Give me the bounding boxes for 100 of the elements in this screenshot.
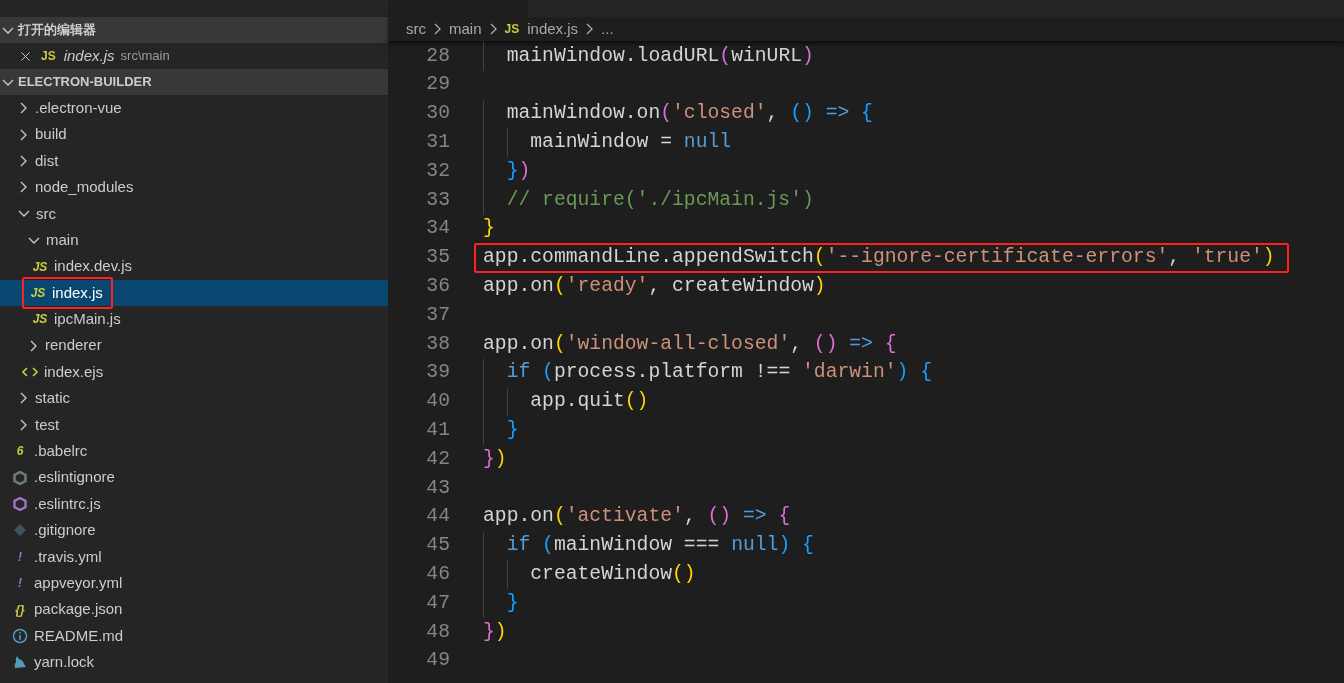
line-number: 42 [425, 446, 450, 472]
file-item[interactable]: 6 .babelrc [0, 438, 388, 465]
line-number: 47 [425, 590, 450, 616]
open-editor-item[interactable]: JS index.js src\main [0, 43, 388, 69]
code-line: }) [483, 446, 507, 472]
chevron-right-icon [20, 392, 27, 405]
code-icon [22, 366, 38, 379]
code-line: app.on('ready', createWindow) [483, 274, 826, 299]
code-line: mainWindow.on('closed', () => { [483, 99, 873, 129]
file-name: yarn.lock [34, 652, 95, 673]
file-item[interactable]: {} package.json [0, 596, 388, 623]
code-line: app.on('window-all-closed', () => { [483, 331, 897, 357]
chevron-down-icon [2, 78, 14, 86]
file-name: index.js [63, 45, 115, 66]
section-header[interactable]: ELECTRON-BUILDER [0, 69, 388, 95]
chevron-right-icon [489, 23, 497, 35]
file-item[interactable]: .eslintignore [0, 464, 388, 491]
chevron-right-icon [20, 154, 27, 167]
folder-item[interactable]: dist [0, 147, 388, 175]
file-item[interactable]: .eslintrc.js [0, 490, 388, 518]
line-number: 45 [425, 533, 450, 559]
chevron-right-icon [586, 23, 594, 35]
file-item[interactable]: index.ejs [0, 358, 388, 386]
line-number: 32 [425, 158, 450, 184]
breadcrumb-item[interactable]: ... [601, 17, 614, 41]
chevron-down-icon [18, 210, 30, 218]
file-path: src\main [120, 47, 170, 66]
code-line: mainWindow.loadURL(winURL) [483, 41, 814, 72]
line-number: 41 [425, 418, 450, 443]
line-number: 40 [425, 389, 450, 415]
breadcrumb-item[interactable]: index.js [527, 17, 579, 41]
file-type-icon: JS [30, 286, 46, 299]
file-item[interactable]: README.md [0, 622, 388, 650]
line-number: 44 [425, 504, 450, 530]
line-number: 36 [425, 274, 450, 299]
file-type-icon: ! [12, 577, 28, 590]
chevron-right-icon [20, 102, 27, 115]
line-number: 48 [425, 619, 450, 645]
file-name: package.json [34, 599, 123, 620]
code-line: } [483, 416, 519, 446]
file-type-icon: {} [12, 603, 28, 616]
code-line: }) [483, 619, 507, 645]
breadcrumb-item[interactable]: main [449, 17, 482, 41]
file-item[interactable]: JS index.js [0, 279, 388, 307]
file-name: README.md [34, 625, 124, 646]
file-type-icon: JS [41, 50, 56, 62]
code-line: } [483, 216, 495, 242]
folder-item[interactable]: renderer [0, 332, 388, 359]
file-item[interactable]: yarn.lock [0, 649, 388, 676]
file-name: .gitignore [34, 520, 96, 541]
file-name: .babelrc [34, 441, 88, 461]
file-type-icon: ! [12, 550, 28, 563]
folder-item[interactable]: build [0, 121, 388, 148]
file-item[interactable]: ! .travis.yml [0, 543, 388, 571]
file-type-icon: JS [32, 313, 48, 326]
folder-item[interactable]: node_modules [0, 174, 388, 201]
line-number: 46 [425, 561, 450, 587]
code-line: app.on('activate', () => { [483, 504, 791, 530]
folder-item[interactable]: src [0, 200, 388, 227]
line-number: 49 [425, 648, 450, 674]
line-number: 37 [425, 302, 450, 328]
file-type-icon: JS [504, 23, 520, 35]
file-item[interactable]: .gitignore [0, 517, 388, 544]
folder-item[interactable]: .electron-vue [0, 95, 388, 122]
file-item[interactable]: ! appveyor.yml [0, 570, 388, 597]
chevron-down-icon [28, 236, 40, 244]
file-type-icon: 6 [12, 445, 28, 458]
breadcrumb-item[interactable]: src [406, 17, 426, 41]
chevron-right-icon [20, 418, 27, 431]
chevron-right-icon [434, 23, 441, 35]
chevron-right-icon [20, 128, 27, 141]
file-name: ipcMain.js [54, 309, 121, 330]
code-line: } [483, 588, 519, 619]
line-number: 35 [425, 245, 450, 271]
file-item[interactable]: JS index.dev.js [0, 253, 388, 280]
file-name: .eslintignore [34, 467, 115, 488]
code-line: if (process.platform !== 'darwin') { [483, 358, 932, 388]
file-name: index.js [52, 282, 103, 303]
line-number: 29 [425, 72, 450, 98]
code-line: createWindow() [483, 559, 696, 590]
code-line: app.quit() [483, 387, 649, 417]
section-header[interactable]: 打开的编辑器 [0, 17, 388, 43]
code-line: mainWindow = null [483, 128, 732, 158]
chevron-right-icon [30, 339, 37, 352]
folder-item[interactable]: test [0, 411, 388, 439]
line-number: 33 [425, 187, 450, 213]
file-name: index.ejs [44, 361, 104, 382]
code-line: }) [483, 156, 531, 187]
code-line: if (mainWindow === null) { [483, 531, 814, 561]
file-name: .travis.yml [34, 546, 102, 567]
line-number: 39 [425, 360, 450, 386]
folder-item[interactable]: static [0, 385, 388, 412]
folder-item[interactable]: main [0, 226, 388, 254]
line-number: 38 [425, 331, 450, 357]
file-type-icon: JS [32, 260, 48, 273]
file-name: .eslintrc.js [34, 493, 101, 514]
chevron-down-icon [2, 26, 14, 34]
code-line: // require('./ipcMain.js') [483, 185, 814, 216]
file-name: appveyor.yml [34, 572, 123, 593]
file-item[interactable]: JS ipcMain.js [0, 306, 388, 333]
